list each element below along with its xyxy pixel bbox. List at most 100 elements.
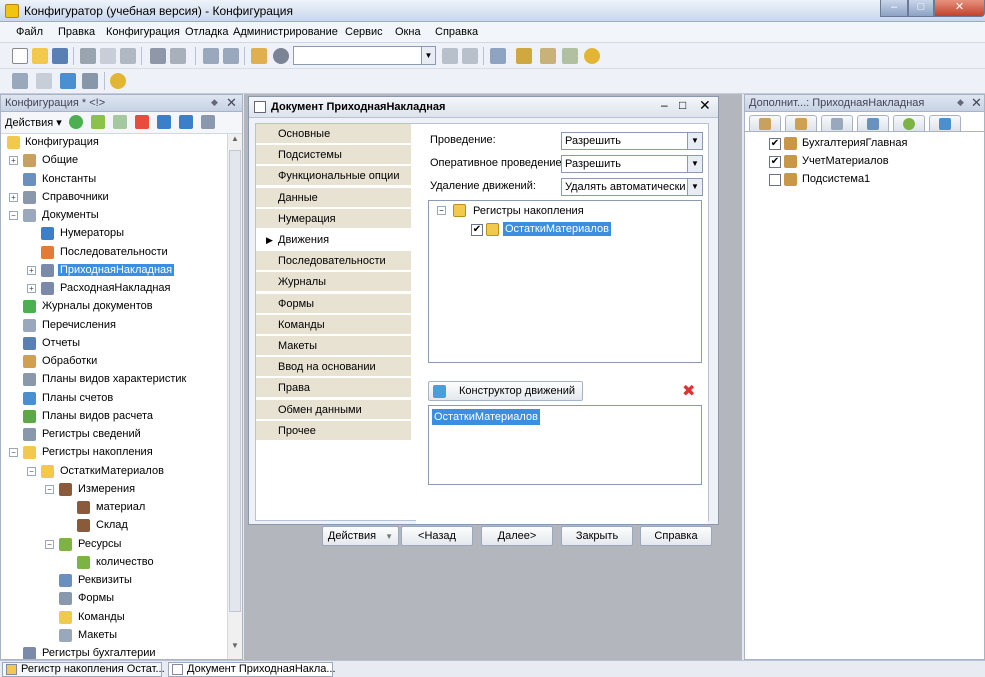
tab-10[interactable]: Макеты — [256, 336, 411, 356]
tree-item[interactable]: + ПриходнаяНакладная — [1, 262, 227, 280]
next-button[interactable]: Далее> — [481, 526, 553, 546]
menu-help[interactable]: Справка — [435, 26, 478, 38]
tree-item[interactable]: Нумераторы — [1, 225, 227, 243]
expand-toggle[interactable]: + — [9, 156, 18, 166]
doc-maximize-button[interactable]: □ — [679, 98, 686, 112]
actions-menu-button[interactable]: Действия ▾ — [5, 116, 62, 129]
movements-constructor-button[interactable]: Конструктор движений — [428, 381, 583, 401]
posting-select[interactable]: Разрешить ▼ — [561, 132, 703, 150]
scroll-down-arrow[interactable]: ▼ — [228, 641, 242, 656]
scroll-up-arrow[interactable]: ▲ — [228, 134, 242, 149]
tree-item[interactable]: Журналы документов — [1, 298, 227, 316]
tree-item[interactable]: Планы видов характеристик — [1, 371, 227, 389]
find-next-icon[interactable] — [442, 48, 458, 64]
find-prev-icon[interactable] — [462, 48, 478, 64]
paste-icon[interactable] — [120, 48, 136, 64]
panel-close-button[interactable]: ✕ — [226, 95, 237, 111]
tree-item[interactable]: − Ресурсы — [1, 536, 227, 554]
online-posting-select[interactable]: Разрешить ▼ — [561, 155, 703, 173]
add-icon[interactable] — [69, 115, 83, 129]
move-up-icon[interactable] — [157, 115, 171, 129]
tab-8[interactable]: Формы — [256, 293, 411, 314]
tree-item[interactable]: Отчеты — [1, 335, 227, 353]
menu-configuration[interactable]: Конфигурация — [106, 26, 180, 38]
close-dialog-button[interactable]: Закрыть — [561, 526, 633, 546]
tree-item[interactable]: Перечисления — [1, 317, 227, 335]
tab-4[interactable]: Нумерация — [256, 208, 411, 229]
subsystem-checkbox[interactable]: ✔ — [769, 138, 781, 150]
delete-icon[interactable] — [135, 115, 149, 129]
tree-scrollbar[interactable]: ▲ ▼ — [227, 134, 242, 659]
tree-item[interactable]: Константы — [1, 171, 227, 189]
tree-item[interactable]: Регистры бухгалтерии — [1, 645, 227, 659]
pin-icon[interactable]: ◆ — [957, 97, 964, 108]
tab-list[interactable] — [821, 115, 853, 131]
tree-item[interactable]: + РасходнаяНакладная — [1, 280, 227, 298]
db-config-icon[interactable] — [36, 73, 52, 89]
search-icon[interactable] — [273, 48, 289, 64]
expand-toggle[interactable]: + — [27, 265, 36, 275]
movement-item[interactable]: ОстаткиМатериалов — [432, 409, 540, 425]
tab-12[interactable]: Права — [256, 378, 411, 399]
tree-item[interactable]: Макеты — [1, 627, 227, 645]
expand-toggle[interactable]: − — [9, 448, 18, 458]
tree-item[interactable]: Реквизиты — [1, 572, 227, 590]
menu-service[interactable]: Сервис — [345, 26, 383, 38]
open-icon[interactable] — [32, 48, 48, 64]
tab-3[interactable]: Данные — [256, 187, 411, 208]
tree-item[interactable]: материал — [1, 499, 227, 517]
windows-icon[interactable] — [490, 48, 506, 64]
tree-item[interactable]: Конфигурация — [1, 134, 227, 152]
tab-13[interactable]: Обмен данными — [256, 399, 411, 420]
copy-item-icon[interactable] — [113, 115, 127, 129]
expand-toggle[interactable]: − — [9, 211, 18, 220]
doc-close-button[interactable]: ✕ — [699, 97, 711, 114]
undo-icon[interactable] — [203, 48, 219, 64]
subsystem-checkbox[interactable]: ✔ — [769, 156, 781, 168]
tree-item[interactable]: Склад — [1, 517, 227, 535]
search-dropdown-arrow[interactable]: ▼ — [421, 46, 436, 65]
tree-item[interactable]: Регистры сведений — [1, 426, 227, 444]
update-db-icon[interactable] — [60, 73, 76, 89]
tab-functional-options[interactable] — [785, 115, 817, 131]
register-checkbox[interactable]: ✔ — [471, 224, 483, 236]
tab-5[interactable]: ▶ Движения — [256, 230, 411, 250]
expand-toggle[interactable]: − — [27, 466, 36, 476]
window-tab-register[interactable]: Регистр накопления Остат... — [2, 662, 165, 677]
info-icon[interactable] — [584, 48, 600, 64]
tree-item[interactable]: − ОстаткиМатериалов — [1, 463, 227, 481]
tab-2[interactable]: Функциональные опции — [256, 166, 411, 187]
menu-edit[interactable]: Правка — [58, 26, 95, 38]
menu-windows[interactable]: Окна — [395, 26, 421, 38]
properties-icon[interactable] — [201, 115, 215, 129]
chevron-down-icon[interactable]: ▼ — [687, 156, 702, 172]
tree-item[interactable]: Формы — [1, 590, 227, 608]
preview-icon[interactable] — [170, 48, 186, 64]
maximize-button[interactable]: □ — [908, 0, 934, 17]
tab-9[interactable]: Команды — [256, 314, 411, 335]
collapse-toggle[interactable]: − — [437, 206, 446, 215]
tree-item[interactable]: + Справочники — [1, 189, 227, 207]
move-down-icon[interactable] — [179, 115, 193, 129]
tab-14[interactable]: Прочее — [256, 420, 411, 441]
run-debug-icon[interactable] — [110, 73, 126, 89]
help-button[interactable]: Справка — [640, 526, 712, 546]
expand-toggle[interactable]: + — [27, 284, 36, 293]
tab-7[interactable]: Журналы — [256, 272, 411, 293]
tab-exchange[interactable] — [893, 115, 925, 131]
find-in-tree-icon[interactable] — [251, 48, 267, 64]
minimize-button[interactable]: – — [880, 0, 908, 17]
config-window-icon[interactable] — [12, 73, 28, 89]
tab-1[interactable]: Подсистемы — [256, 145, 411, 166]
menu-debug[interactable]: Отладка — [185, 26, 228, 38]
tab-other[interactable] — [929, 115, 961, 131]
tab-6[interactable]: Последовательности — [256, 251, 411, 272]
panel-close-button[interactable]: ✕ — [971, 95, 982, 111]
expand-toggle[interactable]: + — [9, 192, 18, 202]
tab-11[interactable]: Ввод на основании — [256, 357, 411, 378]
delete-movements-icon[interactable]: ✖ — [682, 381, 695, 401]
close-button[interactable]: ✕ — [934, 0, 985, 17]
tree-item[interactable]: Команды — [1, 609, 227, 627]
tree-item[interactable]: − Документы — [1, 207, 227, 225]
tab-subsystems[interactable] — [749, 115, 781, 131]
